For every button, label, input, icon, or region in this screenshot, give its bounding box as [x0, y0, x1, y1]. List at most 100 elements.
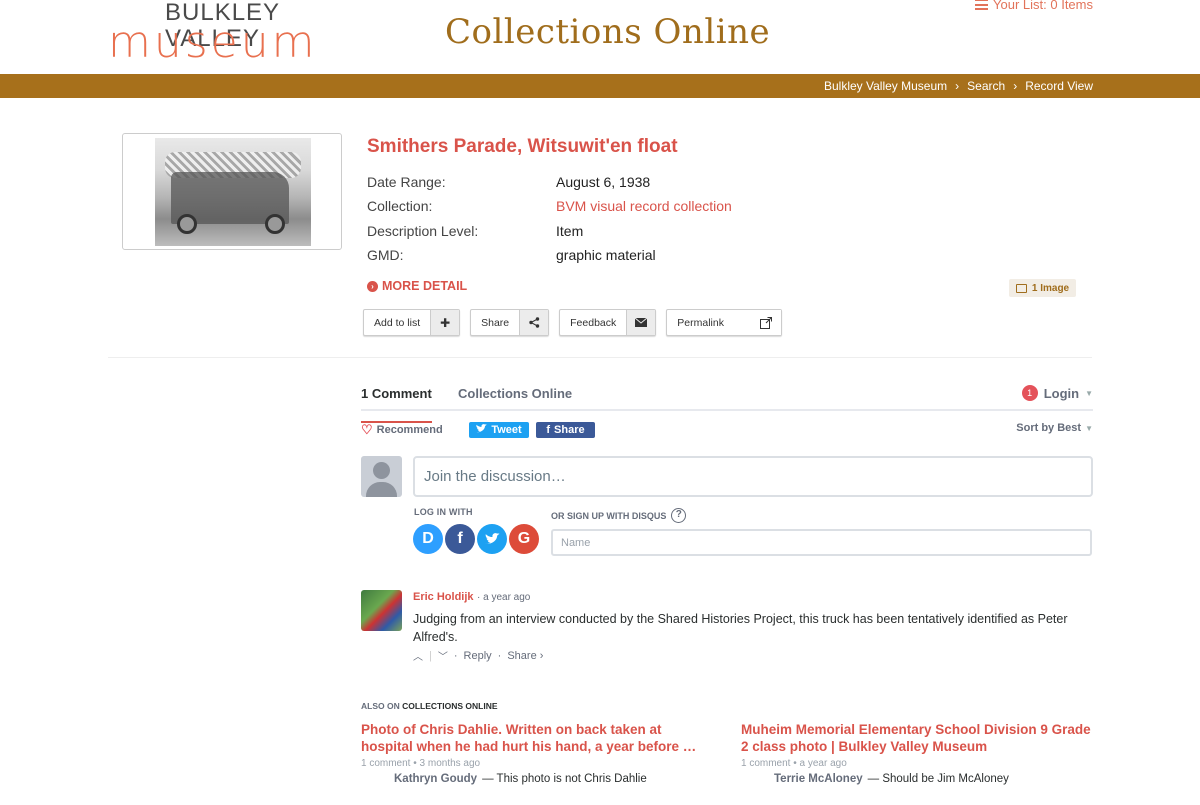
breadcrumb-separator: ›: [955, 79, 960, 93]
museum-logo[interactable]: BULKLEY VALLEY museum: [108, 0, 354, 70]
your-list-label: Your List: 0 Items: [993, 0, 1093, 12]
comment-footer: ︿ | ﹀ · Reply · Share ›: [413, 648, 544, 664]
breadcrumb: Bulkley Valley Museum › Search › Record …: [824, 74, 1093, 98]
field-date-range: Date Range: August 6, 1938: [367, 170, 732, 194]
tweet-button[interactable]: Tweet: [469, 422, 529, 438]
chevron-circle-icon: ›: [367, 280, 378, 292]
disqus-login-icon[interactable]: D: [413, 524, 443, 554]
list-icon: [975, 0, 989, 10]
image-icon: [1015, 283, 1027, 293]
your-list-link[interactable]: Your List: 0 Items: [975, 0, 1093, 12]
more-detail-label: MORE DETAIL: [382, 279, 468, 293]
comment-input[interactable]: Join the discussion…: [413, 456, 1093, 497]
related-discussion[interactable]: Muheim Memorial Elementary School Divisi…: [741, 721, 1091, 785]
related-title[interactable]: Muheim Memorial Elementary School Divisi…: [741, 721, 1091, 755]
field-value: August 6, 1938: [556, 174, 651, 191]
site-title[interactable]: Collections Online: [445, 12, 770, 52]
record-actions: Add to list ✚ Share Feedback Permalink: [363, 309, 782, 336]
record-thumbnail-frame[interactable]: [122, 133, 342, 250]
related-snippet: Kathryn Goudy — This photo is not Chris …: [361, 773, 711, 785]
twitter-bird-icon: [476, 424, 488, 436]
breadcrumb-search[interactable]: Search: [967, 79, 1005, 93]
caret-down-icon: ▼: [1085, 388, 1093, 398]
login-label: Login: [1043, 385, 1080, 401]
comment-text: Judging from an interview conducted by t…: [413, 612, 1068, 644]
upvote-icon[interactable]: ︿: [413, 648, 423, 663]
field-label: Description Level:: [367, 222, 479, 239]
login-with-label: LOG IN WITH: [414, 507, 473, 517]
external-link-icon: [751, 310, 781, 335]
field-value: graphic material: [556, 247, 656, 264]
collection-link[interactable]: BVM visual record collection: [556, 198, 732, 214]
field-label: Collection:: [367, 198, 433, 215]
reply-link[interactable]: Reply: [464, 650, 492, 662]
also-on-heading: ALSO ON COLLECTIONS ONLINE: [361, 701, 498, 711]
breadcrumb-separator: ›: [1013, 79, 1018, 93]
permalink-button[interactable]: Permalink: [666, 309, 782, 336]
facebook-share-button[interactable]: f Share: [536, 422, 595, 438]
related-snippet: Terrie McAloney — Should be Jim McAloney: [741, 773, 1091, 785]
name-field[interactable]: Name: [551, 529, 1092, 556]
avatar: [361, 456, 402, 497]
logo-bottom-text: museum: [108, 17, 318, 68]
comment-time[interactable]: · a year ago: [477, 592, 530, 603]
related-snippet-text: — This photo is not Chris Dahlie: [482, 773, 647, 785]
tab-forum[interactable]: Collections Online: [458, 386, 572, 401]
add-to-list-button[interactable]: Add to list ✚: [363, 309, 461, 336]
signup-label-text: OR SIGN UP WITH DISQUS: [551, 510, 667, 521]
related-title[interactable]: Photo of Chris Dahlie. Written on back t…: [361, 721, 711, 755]
record-title: Smithers Parade, Witsuwit'en float: [367, 136, 678, 157]
field-description-level: Description Level: Item: [367, 219, 732, 243]
field-collection: Collection: BVM visual record collection: [367, 194, 732, 218]
sort-label: Sort by Best: [1016, 422, 1082, 434]
related-meta: 1 comment • a year ago: [741, 758, 847, 769]
more-detail-link[interactable]: › MORE DETAIL: [367, 279, 467, 293]
login-menu[interactable]: 1 Login ▼: [1021, 385, 1093, 401]
breadcrumb-record-view[interactable]: Record View: [1025, 79, 1093, 93]
share-button[interactable]: Share: [470, 309, 550, 336]
social-login-icons: D f G: [413, 524, 539, 554]
image-count-label: 1 Image: [1031, 282, 1070, 294]
recommend-label: Recommend: [376, 424, 443, 436]
site-header: BULKLEY VALLEY museum Collections Online…: [0, 0, 1200, 74]
related-author: Kathryn Goudy: [394, 773, 478, 785]
comment-author[interactable]: Eric Holdijk: [413, 591, 474, 603]
plus-icon: ✚: [430, 310, 460, 335]
field-label: GMD:: [367, 247, 404, 264]
record-thumbnail[interactable]: [155, 138, 311, 246]
nav-bar: Bulkley Valley Museum › Search › Record …: [0, 74, 1200, 98]
disqus-tabs: 1 Comment Collections Online 1 Login ▼: [361, 375, 1093, 423]
twitter-login-icon[interactable]: [477, 524, 507, 554]
google-login-icon[interactable]: G: [509, 524, 539, 554]
notification-badge[interactable]: 1: [1021, 385, 1038, 401]
envelope-icon: [626, 310, 656, 335]
related-author: Terrie McAloney: [774, 773, 863, 785]
record-fields: Date Range: August 6, 1938 Collection: B…: [367, 170, 732, 267]
caret-down-icon: ▼: [1085, 423, 1093, 433]
tweet-label: Tweet: [491, 424, 522, 436]
signup-with-disqus: OR SIGN UP WITH DISQUS ?: [551, 508, 687, 523]
also-on-site[interactable]: COLLECTIONS ONLINE: [402, 701, 497, 711]
recommend-button[interactable]: ♡ Recommend: [361, 422, 443, 438]
field-value: Item: [556, 222, 584, 239]
downvote-icon[interactable]: ﹀: [438, 648, 448, 663]
comment-share-link[interactable]: Share ›: [507, 650, 543, 662]
related-meta: 1 comment • 3 months ago: [361, 758, 481, 769]
breadcrumb-home[interactable]: Bulkley Valley Museum: [824, 79, 947, 93]
field-gmd: GMD: graphic material: [367, 243, 732, 267]
disqus-actions: ♡ Recommend Tweet f Share Sort by Best ▼: [361, 422, 1093, 440]
field-label: Date Range:: [367, 174, 446, 191]
help-icon[interactable]: ?: [671, 508, 687, 523]
feedback-button[interactable]: Feedback: [559, 309, 657, 336]
image-count-badge[interactable]: 1 Image: [1009, 279, 1076, 297]
share-icon: [519, 310, 549, 335]
related-snippet-text: — Should be Jim McAloney: [867, 773, 1009, 785]
tab-comments[interactable]: 1 Comment: [361, 386, 432, 423]
facebook-share-label: Share: [554, 424, 585, 436]
heart-icon: ♡: [361, 422, 373, 437]
sort-dropdown[interactable]: Sort by Best ▼: [1016, 422, 1093, 434]
facebook-login-icon[interactable]: f: [445, 524, 475, 554]
facebook-icon: f: [546, 424, 551, 436]
related-discussion[interactable]: Photo of Chris Dahlie. Written on back t…: [361, 721, 711, 785]
commenter-avatar[interactable]: [361, 590, 402, 631]
